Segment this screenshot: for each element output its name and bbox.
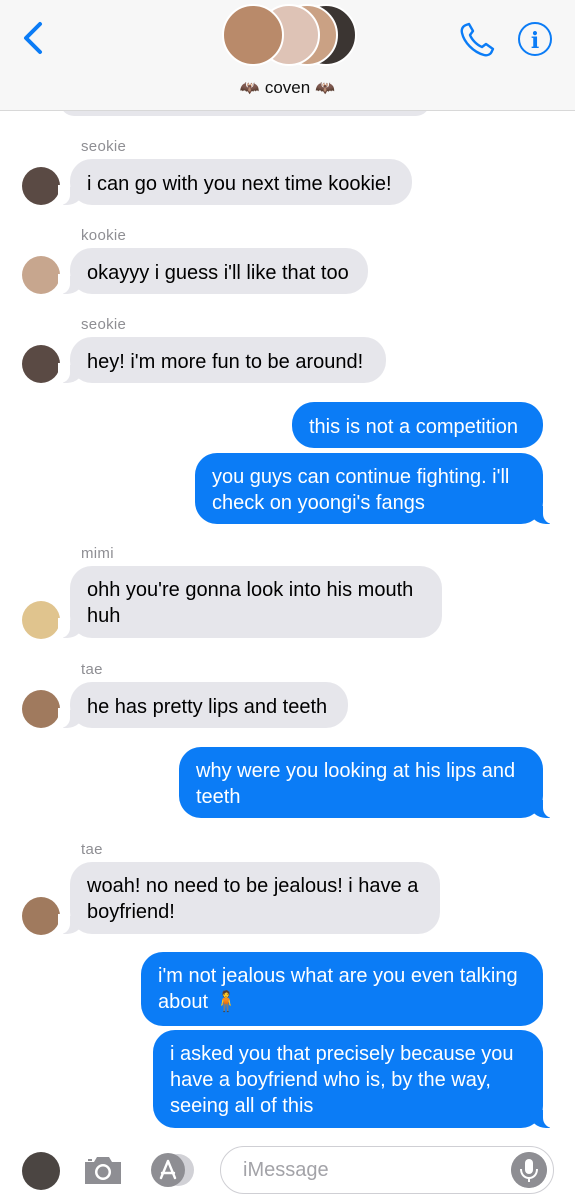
sender-label: tae [81, 841, 103, 858]
microphone-icon[interactable] [511, 1152, 547, 1188]
sender-label: tae [81, 661, 103, 678]
avatar [22, 167, 60, 205]
app-store-icon[interactable] [150, 1152, 196, 1188]
message-bubble-incoming[interactable]: okayyy i guess i'll like that too [58, 248, 368, 294]
avatar [22, 897, 60, 935]
message-thread: seokie i can go with you next time kooki… [0, 88, 575, 1140]
composer-bar: iMessage [0, 1140, 575, 1200]
sender-label: mimi [81, 545, 114, 562]
sender-label: kookie [81, 227, 127, 244]
back-chevron-icon[interactable] [18, 20, 48, 56]
message-input-placeholder: iMessage [243, 1159, 329, 1181]
group-avatar-stack[interactable] [222, 4, 357, 68]
message-bubble-outgoing[interactable]: why were you looking at his lips and teet… [179, 747, 555, 818]
sender-label: seokie [81, 316, 127, 333]
message-bubble-outgoing[interactable]: i asked you that precisely because you ha… [153, 1030, 555, 1128]
avatar [22, 690, 60, 728]
bat-icon: 🦇 [315, 80, 336, 97]
conversation-header: 🦇 coven 🦇 i [0, 0, 575, 111]
memoji-avatar-button[interactable] [22, 1152, 60, 1190]
avatar [222, 4, 284, 66]
sender-label: seokie [81, 138, 127, 155]
message-bubble-outgoing[interactable]: you guys can continue fighting. i'll chec… [195, 453, 555, 524]
group-name-label: coven [264, 78, 311, 97]
group-name[interactable]: 🦇 coven 🦇 [0, 78, 575, 98]
message-bubble-outgoing[interactable]: i'm not jealous what are you even talkin… [141, 952, 543, 1026]
message-bubble-incoming[interactable]: ohh you're gonna look into his mouth huh [58, 566, 442, 638]
message-bubble-incoming[interactable]: i can go with you next time kookie! [58, 159, 412, 205]
avatar [22, 345, 60, 383]
phone-icon[interactable] [458, 22, 496, 58]
message-bubble-incoming[interactable]: hey! i'm more fun to be around! [58, 337, 386, 383]
message-bubble-incoming[interactable]: he has pretty lips and teeth [58, 682, 348, 728]
avatar [22, 256, 60, 294]
message-bubble-incoming[interactable]: woah! no need to be jealous! i have a boy… [58, 862, 440, 934]
message-bubble-outgoing[interactable]: this is not a competition [292, 402, 543, 448]
avatar [22, 601, 60, 639]
message-input[interactable]: iMessage [220, 1146, 554, 1194]
info-icon[interactable]: i [518, 22, 552, 56]
bat-icon: 🦇 [239, 80, 260, 97]
camera-icon[interactable] [82, 1154, 124, 1186]
